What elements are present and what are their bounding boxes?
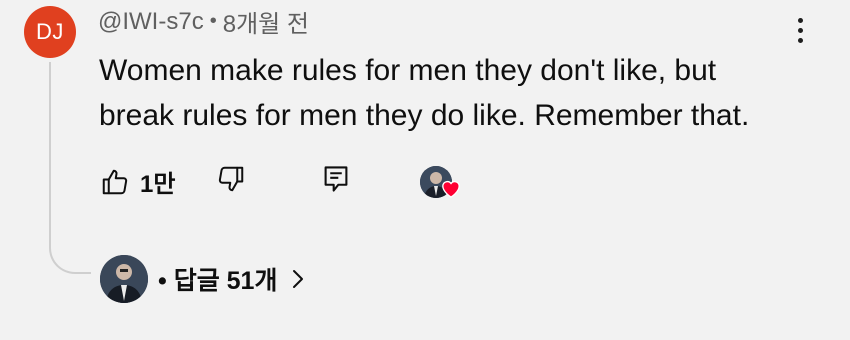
dislike-button[interactable] — [216, 164, 246, 194]
avatar-initials: DJ — [36, 19, 64, 44]
like-count: 1만 — [140, 171, 176, 198]
heart-icon — [442, 181, 460, 198]
comment-line: Women make rules for men they don't like… — [99, 54, 717, 87]
more-vert-icon[interactable] — [786, 10, 814, 50]
reply-comment-icon — [324, 166, 348, 192]
action-bar: 1만 — [0, 160, 850, 200]
author-avatar[interactable]: DJ — [24, 6, 76, 58]
replies-count-label: • 답글 51개 — [158, 267, 278, 295]
comment-time: 8개월 전 — [222, 11, 309, 38]
author-name[interactable]: @IWI-s7c — [98, 8, 204, 36]
thumbs-down-icon — [218, 166, 244, 192]
reply-button[interactable] — [322, 164, 350, 194]
view-replies-button[interactable]: • 답글 51개 — [100, 254, 305, 304]
reply-avatar — [100, 255, 148, 303]
header-separator: • — [209, 10, 217, 32]
comment-text: Women make rules for men they don't like… — [99, 48, 819, 138]
thumbs-up-icon — [102, 169, 128, 194]
comment-header: @IWI-s7c • 8개월 전 — [98, 4, 309, 39]
creator-heart — [420, 162, 464, 202]
like-button[interactable]: 1만 — [100, 164, 175, 199]
comment-line: break rules for men they do like. Rememb… — [99, 99, 750, 132]
chevron-right-icon — [293, 270, 304, 288]
